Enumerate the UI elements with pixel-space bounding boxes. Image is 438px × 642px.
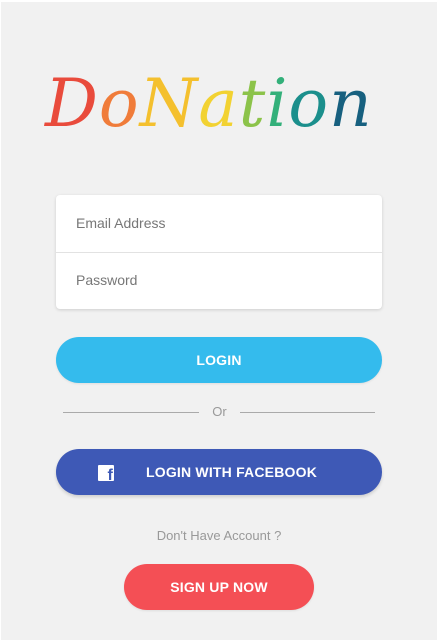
logo-letter: D	[45, 65, 99, 142]
logo-letter: n	[329, 65, 373, 142]
no-account-text: Don't Have Account ?	[156, 528, 282, 543]
login-form-card	[56, 195, 382, 309]
logo-letter: N	[139, 65, 199, 142]
logo-letter: i	[266, 65, 289, 142]
facebook-button-label: LOGIN WITH FACEBOOK	[146, 464, 318, 480]
login-button-label: LOGIN	[196, 352, 242, 368]
or-divider-line-right	[240, 412, 375, 413]
logo-letter: o	[288, 65, 330, 142]
login-with-facebook-button[interactable]: f LOGIN WITH FACEBOOK	[56, 449, 382, 495]
logo-letter: t	[238, 65, 267, 142]
or-divider-line-left	[63, 412, 199, 413]
sign-up-button-label: SIGN UP NOW	[170, 579, 268, 595]
logo-letter: o	[98, 65, 140, 142]
login-button[interactable]: LOGIN	[56, 337, 382, 383]
or-divider: Or	[63, 402, 375, 422]
email-field[interactable]	[76, 195, 362, 251]
facebook-icon: f	[98, 465, 114, 481]
sign-up-button[interactable]: SIGN UP NOW	[124, 564, 314, 610]
donation-logo: DoNation	[45, 64, 395, 144]
or-text: Or	[212, 404, 227, 419]
login-screen: DoNation LOGIN Or f LOGIN WITH FACEBOOK …	[1, 2, 437, 640]
password-field[interactable]	[76, 252, 362, 308]
logo-letter: a	[198, 65, 239, 142]
